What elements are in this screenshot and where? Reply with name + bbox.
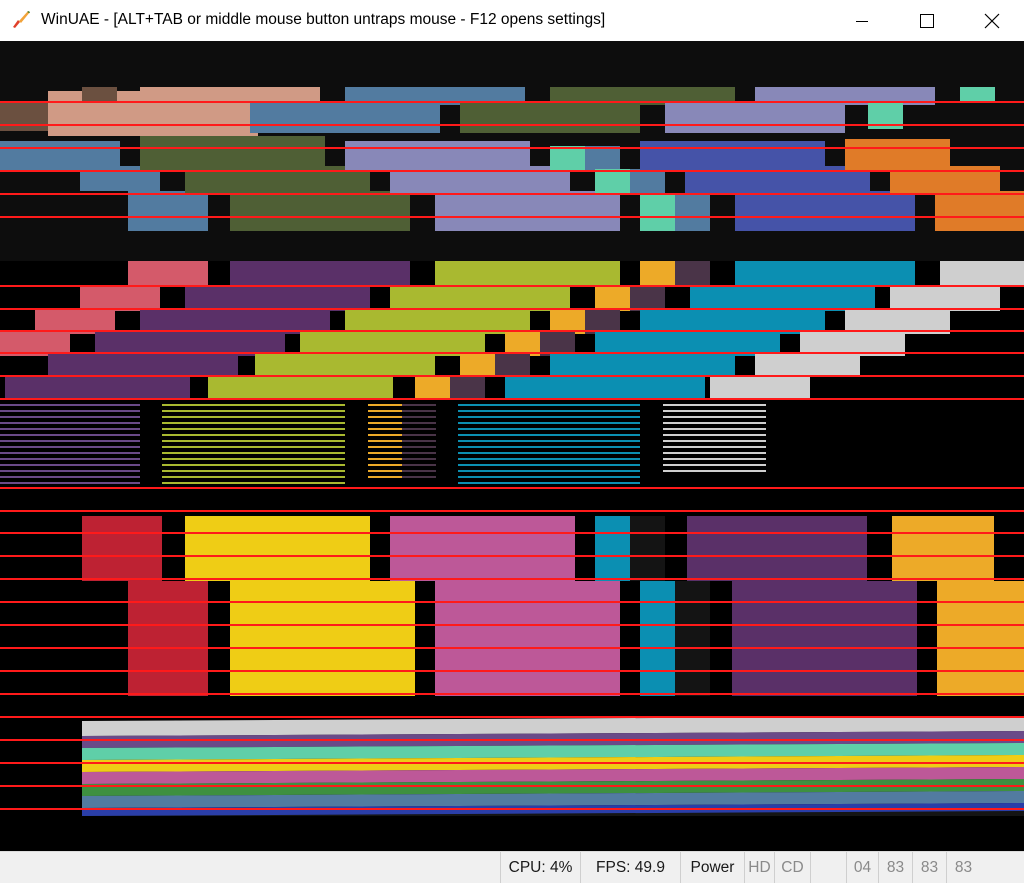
minimize-icon	[855, 14, 869, 28]
df1-track[interactable]: 83	[878, 852, 912, 883]
window-title: WinUAE - [ALT+TAB or middle mouse button…	[41, 11, 606, 28]
fps-counter: FPS: 49.9	[580, 852, 680, 883]
status-spacer	[810, 852, 846, 883]
amiga-graphics-test-pattern	[0, 41, 1024, 816]
maximize-button[interactable]	[895, 0, 959, 41]
df0-track[interactable]: 04	[846, 852, 878, 883]
power-led: Power	[680, 852, 744, 883]
df2-track[interactable]: 83	[912, 852, 946, 883]
cd-led: CD	[774, 852, 810, 883]
hd-led: HD	[744, 852, 774, 883]
winuae-brush-icon[interactable]	[10, 9, 32, 31]
title-bar[interactable]: WinUAE - [ALT+TAB or middle mouse button…	[0, 0, 1024, 41]
status-bar: CPU: 4% FPS: 49.9 Power HD CD 04 83 83 8…	[0, 851, 1024, 883]
emulator-display[interactable]	[0, 41, 1024, 851]
close-button[interactable]	[960, 0, 1024, 41]
close-icon	[984, 13, 1000, 29]
minimize-button[interactable]	[830, 0, 894, 41]
df3-track[interactable]: 83	[946, 852, 980, 883]
cpu-usage: CPU: 4%	[500, 852, 580, 883]
maximize-icon	[920, 13, 934, 28]
